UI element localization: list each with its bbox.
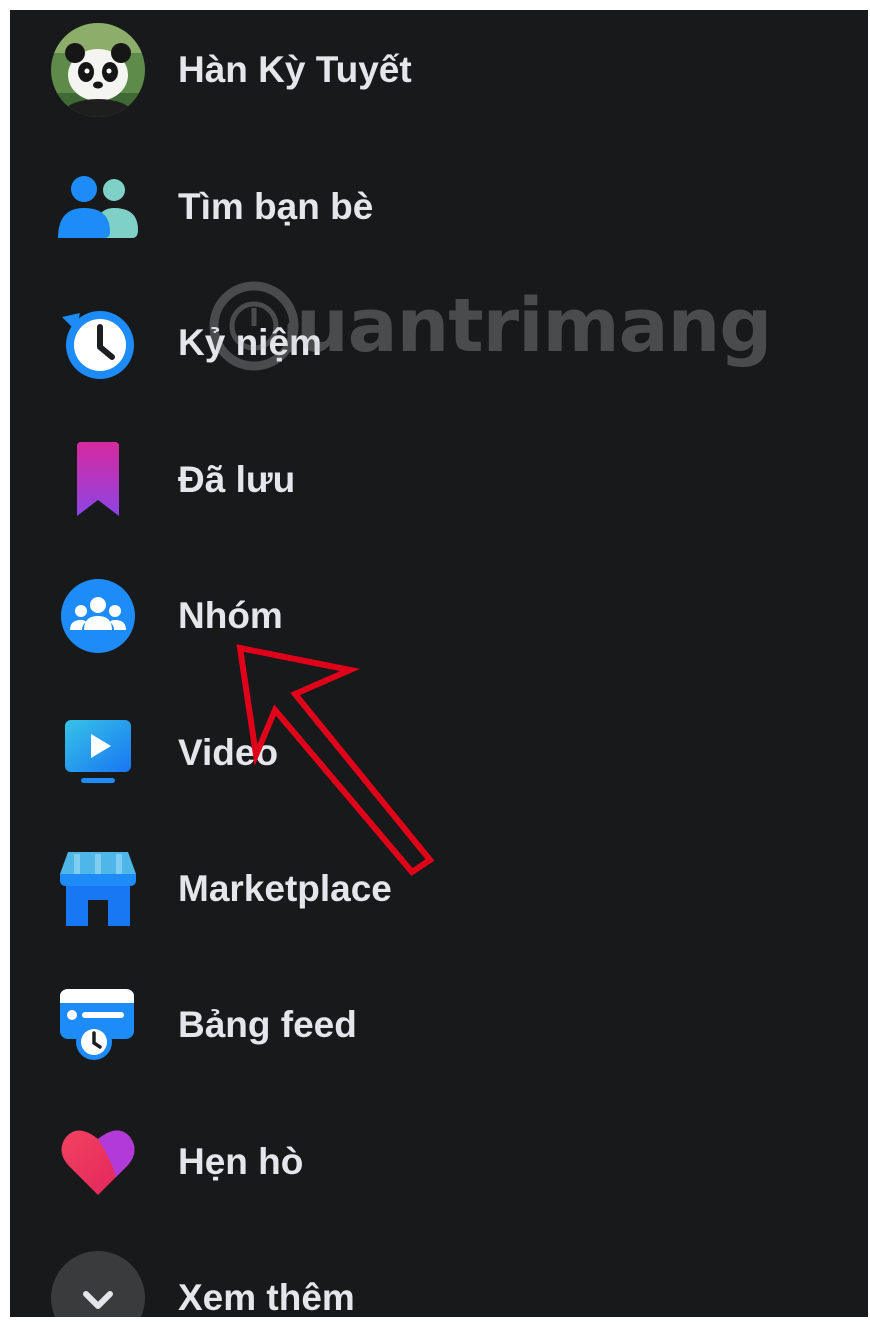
menu-item-dating[interactable]: Hẹn hò xyxy=(10,1102,868,1222)
feeds-icon xyxy=(50,977,146,1073)
menu-item-label: Bảng feed xyxy=(178,1004,357,1045)
menu-item-label: Nhóm xyxy=(178,595,283,636)
menu-item-label: Hàn Kỳ Tuyết xyxy=(178,49,412,90)
dating-icon xyxy=(50,1114,146,1210)
friends-icon xyxy=(50,159,146,255)
see-more-circle xyxy=(50,1250,146,1317)
video-icon xyxy=(50,705,146,801)
menu-item-marketplace[interactable]: Marketplace xyxy=(10,829,868,949)
menu-item-video[interactable]: Video xyxy=(10,693,868,813)
menu-item-label: Marketplace xyxy=(178,868,392,909)
menu-item-label: Kỷ niệm xyxy=(178,322,322,363)
menu-item-friends[interactable]: Tìm bạn bè xyxy=(10,147,868,267)
menu-item-label: Xem thêm xyxy=(178,1277,355,1317)
groups-icon xyxy=(50,568,146,664)
menu-item-memories[interactable]: Kỷ niệm xyxy=(10,283,868,403)
menu-item-saved[interactable]: Đã lưu xyxy=(10,420,868,540)
see-more-button[interactable]: Xem thêm xyxy=(10,1238,868,1317)
memories-icon xyxy=(50,295,146,391)
menu-item-label: Hẹn hò xyxy=(178,1141,304,1182)
menu-item-label: Video xyxy=(178,732,279,773)
menu-item-feeds[interactable]: Bảng feed xyxy=(10,965,868,1085)
avatar xyxy=(50,22,146,118)
menu-item-profile[interactable]: Hàn Kỳ Tuyết xyxy=(10,10,868,130)
saved-icon xyxy=(50,432,146,528)
marketplace-icon xyxy=(50,841,146,937)
menu-item-groups[interactable]: Nhóm xyxy=(10,556,868,676)
menu-item-label: Đã lưu xyxy=(178,459,296,500)
navigation-panel: Hàn Kỳ Tuyết Tìm bạn bè Kỷ niệm Đã lưu N… xyxy=(10,10,868,1317)
menu-item-label: Tìm bạn bè xyxy=(178,186,374,227)
